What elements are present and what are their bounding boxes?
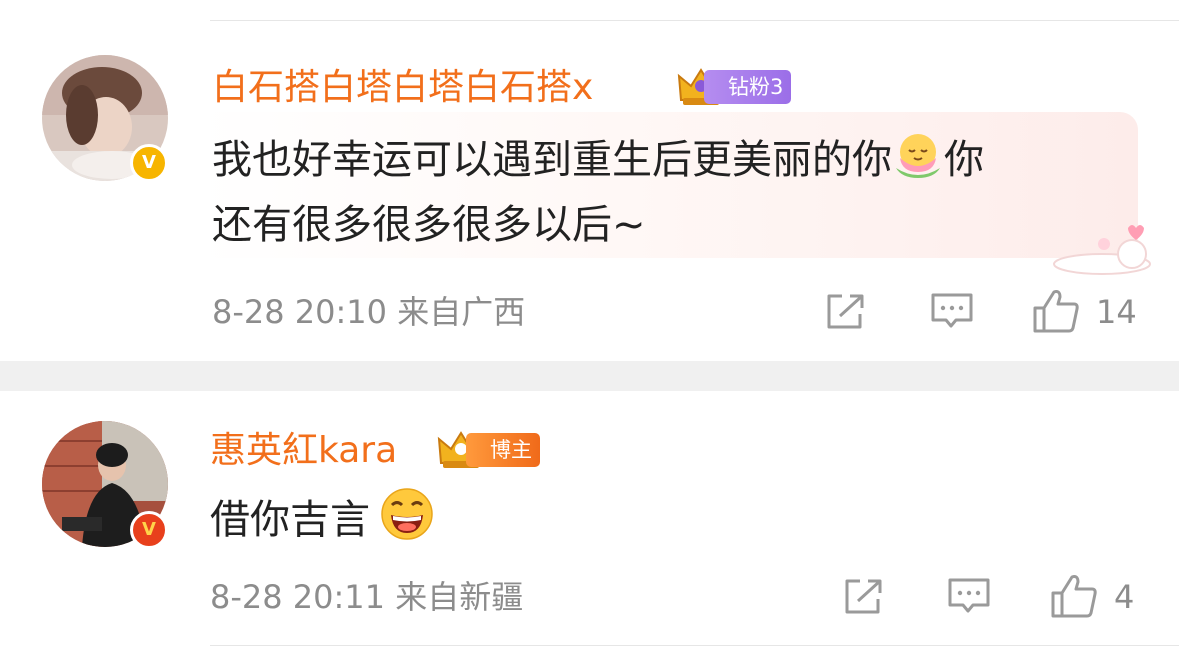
share-icon[interactable] <box>842 577 886 621</box>
blogger-badge[interactable]: 博主 <box>466 433 540 467</box>
comment-location: 来自广西 <box>397 293 526 331</box>
verified-badge: V <box>130 511 168 549</box>
smiling-lotus-emoji-icon <box>892 128 944 196</box>
comment-meta: 8-28 20:10 来自广西 <box>212 292 525 332</box>
section-separator <box>0 361 1179 391</box>
comment-text-line2-pre: 你 <box>944 137 984 183</box>
comment-time: 8-28 20:11 <box>210 578 386 616</box>
comment-icon[interactable] <box>947 577 991 621</box>
comment-text-body: 借你吉言 <box>210 497 370 543</box>
like-icon[interactable] <box>1032 288 1080 338</box>
comment-text: 借你吉言 <box>210 487 434 557</box>
like-count: 4 <box>1114 578 1135 616</box>
comment-icon[interactable] <box>930 292 974 336</box>
username[interactable]: 惠英紅kara <box>210 429 397 473</box>
username[interactable]: 白石搭白塔白塔白石搭x <box>212 66 593 110</box>
laughing-emoji-icon <box>380 487 434 557</box>
comment-text: 我也好幸运可以遇到重生后更美丽的你 你 还有很多很多很多以后~ <box>212 128 1112 254</box>
share-icon[interactable] <box>824 292 868 336</box>
comment-text-line2: 还有很多很多很多以后~ <box>212 202 646 248</box>
comment-time: 8-28 20:10 <box>212 293 388 331</box>
divider-bottom <box>210 645 1179 646</box>
comment-1: V 白石搭白塔白塔白石搭x 钻粉3 我也好幸运可以遇到重生后更美丽的你 你 还有… <box>0 0 1179 361</box>
verified-badge: V <box>130 144 168 182</box>
comment-2: V 惠英紅kara 博主 借你吉言 8-28 20:11 来自新疆 4 <box>0 391 1179 671</box>
comment-meta: 8-28 20:11 来自新疆 <box>210 577 523 617</box>
like-count: 14 <box>1096 293 1137 331</box>
comment-location: 来自新疆 <box>395 578 524 616</box>
comment-text-line1: 我也好幸运可以遇到重生后更美丽的你 <box>212 137 892 183</box>
like-icon[interactable] <box>1050 573 1098 623</box>
fan-level-badge[interactable]: 钻粉3 <box>704 70 792 104</box>
